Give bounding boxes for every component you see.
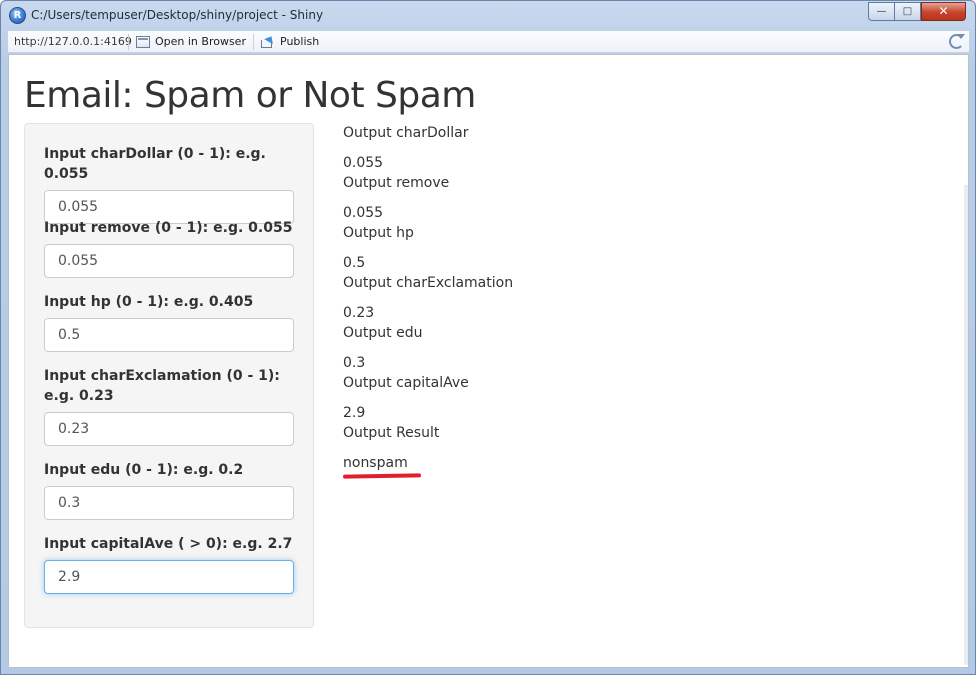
input-group-chardollar: Input charDollar (0 - 1): e.g. 0.055 xyxy=(44,144,294,224)
publish-label: Publish xyxy=(280,35,320,48)
input-label: Input charDollar (0 - 1): e.g. 0.055 xyxy=(44,146,266,182)
scrollbar-track[interactable] xyxy=(964,185,968,665)
output-label: Output edu xyxy=(343,325,423,341)
output-panel: Output charDollar 0.055 Output remove 0.… xyxy=(342,123,843,479)
maximize-button[interactable]: □ xyxy=(895,2,921,21)
page-title: Email: Spam or Not Spam xyxy=(24,75,476,116)
output-label: Output hp xyxy=(343,225,414,241)
app-window: R C:/Users/tempuser/Desktop/shiny/projec… xyxy=(0,0,976,675)
input-label: Input capitalAve ( > 0): e.g. 2.7 xyxy=(44,536,293,552)
viewer-toolbar: http://127.0.0.1:4169 Open in Browser Pu… xyxy=(8,31,969,53)
close-button[interactable]: ✕ xyxy=(921,2,966,21)
refresh-icon[interactable] xyxy=(949,34,965,49)
output-value: 0.055 xyxy=(343,155,384,171)
output-label: Output charExclamation xyxy=(343,275,514,291)
shiny-app-page: Email: Spam or Not Spam Input charDollar… xyxy=(8,54,969,668)
output-result-value: nonspam xyxy=(343,455,408,471)
output-label: Output remove xyxy=(343,175,450,191)
minimize-button[interactable]: — xyxy=(868,2,895,21)
output-value: 0.5 xyxy=(343,255,366,271)
hp-input[interactable] xyxy=(44,318,294,352)
output-value: 0.23 xyxy=(343,305,375,321)
input-group-edu: Input edu (0 - 1): e.g. 0.2 xyxy=(44,460,294,520)
title-bar[interactable]: R C:/Users/tempuser/Desktop/shiny/projec… xyxy=(1,1,975,31)
url-display[interactable]: http://127.0.0.1:4169 xyxy=(14,35,132,48)
annotation-underline xyxy=(342,473,422,479)
charexclamation-input[interactable] xyxy=(44,412,294,446)
input-group-remove: Input remove (0 - 1): e.g. 0.055 xyxy=(44,218,294,278)
input-label: Input charExclamation (0 - 1): e.g. 0.23 xyxy=(44,368,280,404)
input-label: Input edu (0 - 1): e.g. 0.2 xyxy=(44,462,244,478)
window-title: C:/Users/tempuser/Desktop/shiny/project … xyxy=(31,8,324,22)
publish-icon xyxy=(261,36,275,48)
input-label: Input remove (0 - 1): e.g. 0.055 xyxy=(44,220,293,236)
capitalave-input[interactable] xyxy=(44,560,294,594)
output-label: Output charDollar xyxy=(343,125,469,141)
edu-input[interactable] xyxy=(44,486,294,520)
browser-window-icon xyxy=(136,35,150,48)
toolbar-separator xyxy=(128,34,129,50)
input-sidebar-panel: Input charDollar (0 - 1): e.g. 0.055 Inp… xyxy=(24,123,314,628)
publish-button[interactable]: Publish xyxy=(261,35,319,48)
input-group-hp: Input hp (0 - 1): e.g. 0.405 xyxy=(44,292,294,352)
remove-input[interactable] xyxy=(44,244,294,278)
output-value: 0.055 xyxy=(343,205,384,221)
open-in-browser-button[interactable]: Open in Browser xyxy=(136,35,246,48)
rstudio-icon: R xyxy=(9,7,26,24)
output-value: 2.9 xyxy=(343,405,366,421)
output-result-label: Output Result xyxy=(343,425,440,441)
input-group-capitalave: Input capitalAve ( > 0): e.g. 2.7 xyxy=(44,534,294,594)
input-group-charexclamation: Input charExclamation (0 - 1): e.g. 0.23 xyxy=(44,366,294,446)
toolbar-separator xyxy=(253,34,254,50)
output-label: Output capitalAve xyxy=(343,375,469,391)
output-value: 0.3 xyxy=(343,355,366,371)
open-in-browser-label: Open in Browser xyxy=(155,35,246,48)
input-label: Input hp (0 - 1): e.g. 0.405 xyxy=(44,294,254,310)
